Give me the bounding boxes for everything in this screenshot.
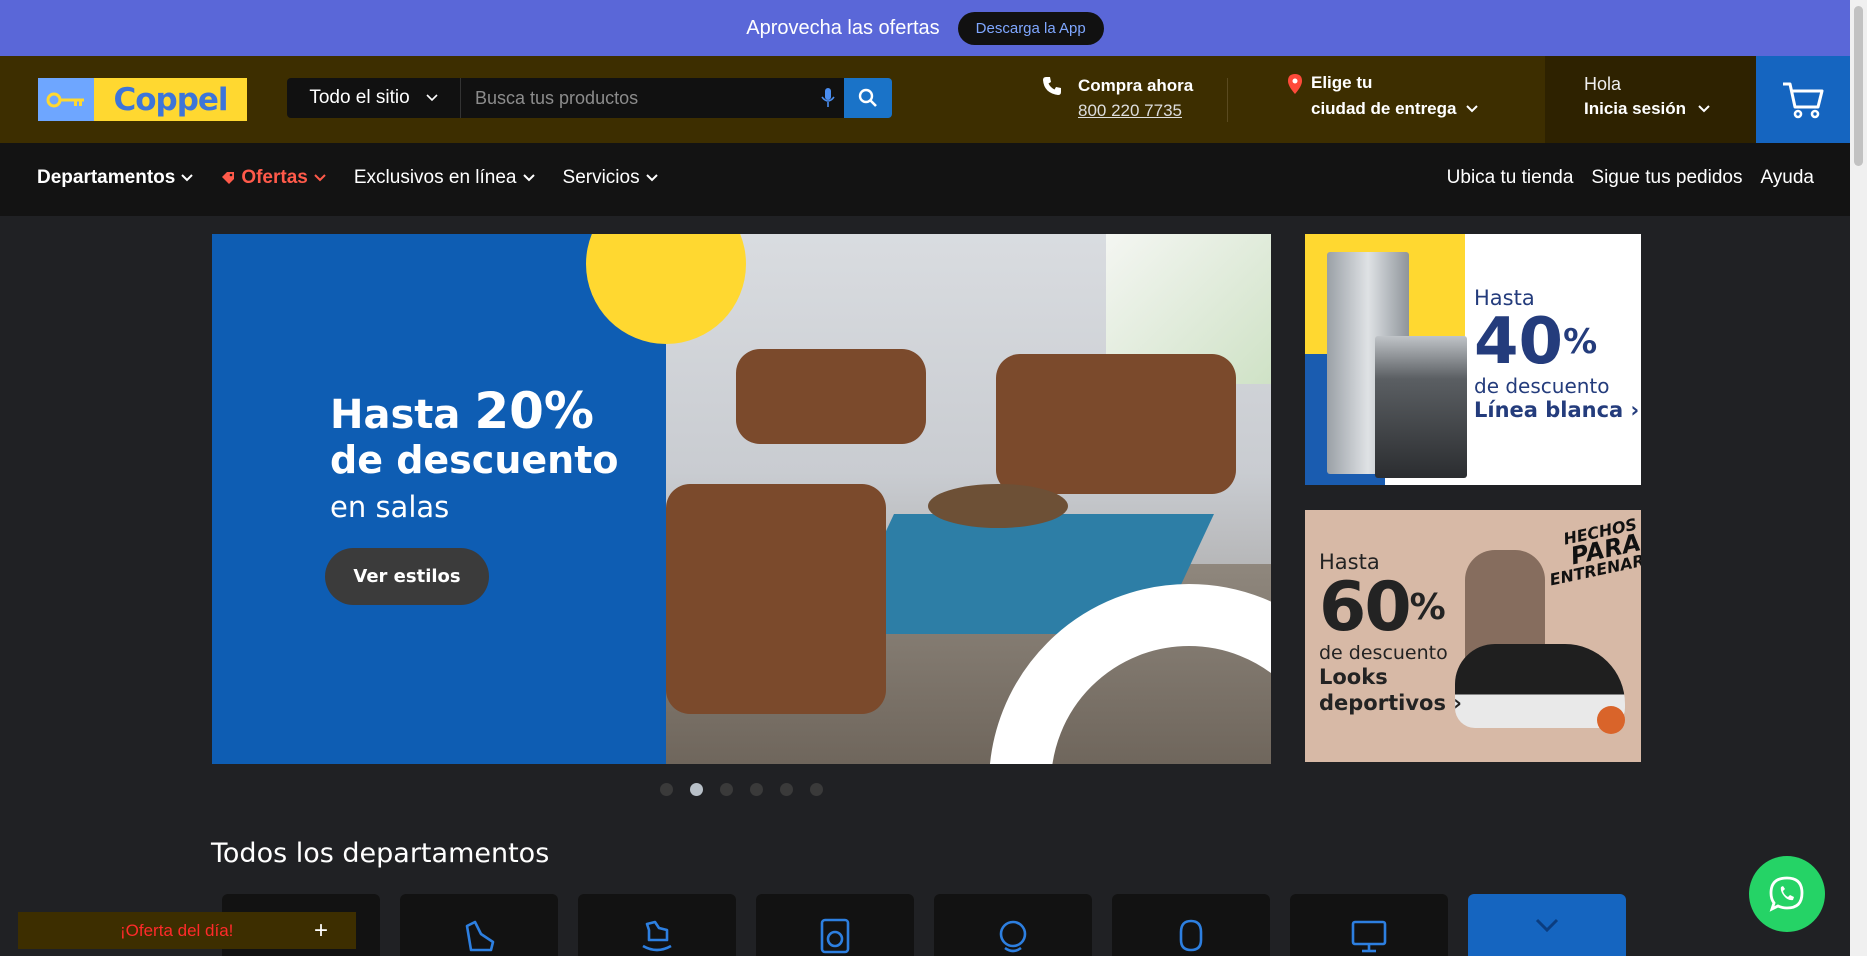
banner2-desc: de descuento <box>1319 642 1448 664</box>
hero-prefix: Hasta <box>330 392 461 438</box>
man-face-icon <box>1179 919 1203 952</box>
search-category-select[interactable]: Todo el sitio <box>287 78 461 118</box>
face-icon <box>999 920 1027 953</box>
header: Coppel Todo el sitio Compra ahora 800 22… <box>0 56 1850 143</box>
logo-text: Coppel <box>94 78 247 121</box>
nav-label: Exclusivos en línea <box>353 167 517 188</box>
hero-headline: Hasta 20% de descuento en salas <box>330 386 619 524</box>
promo-text: Aprovecha las ofertas <box>746 16 940 39</box>
department-card-toys[interactable] <box>578 894 736 956</box>
search-icon <box>858 88 877 107</box>
monitor-icon <box>1351 920 1387 953</box>
chevron-down-icon <box>645 174 658 182</box>
delivery-city-selector[interactable]: Elige tu ciudad de entrega <box>1287 73 1479 119</box>
microphone-icon[interactable] <box>812 78 844 118</box>
banner2-percent: 60 <box>1319 568 1412 647</box>
whatsapp-icon <box>1769 876 1804 912</box>
deal-label: ¡Oferta del día! <box>120 920 234 940</box>
carousel-dot[interactable] <box>810 783 823 796</box>
chevron-down-icon <box>181 174 194 182</box>
city-line2: ciudad de entrega <box>1311 99 1457 118</box>
expand-plus-icon[interactable]: + <box>314 917 328 945</box>
department-card-more[interactable] <box>1468 894 1626 956</box>
campaign-tag: HECHOS PARA ENTRENAR <box>1547 514 1641 590</box>
banner1-percent: 40 <box>1474 305 1564 379</box>
chevron-down-icon <box>1535 918 1559 932</box>
hero-percent: 20% <box>474 382 595 440</box>
banner2-link1: Looks <box>1319 665 1388 689</box>
search-bar: Todo el sitio <box>287 78 892 118</box>
washing-machine-icon <box>820 918 850 954</box>
chevron-down-icon <box>522 174 535 182</box>
city-line1: Elige tu <box>1311 73 1373 92</box>
nav-label: Departamentos <box>37 167 176 188</box>
carousel-dot[interactable] <box>780 783 793 796</box>
nav-departamentos[interactable]: Departamentos <box>37 167 194 189</box>
search-button[interactable] <box>844 78 892 118</box>
search-input[interactable] <box>461 78 812 118</box>
phone-contact: Compra ahora 800 220 7735 <box>1042 76 1193 121</box>
coppel-logo[interactable]: Coppel <box>38 78 247 121</box>
cart-button[interactable] <box>1756 56 1850 143</box>
phone-number-link[interactable]: 800 220 7735 <box>1078 101 1193 121</box>
sneaker-icon <box>465 920 495 952</box>
cart-icon <box>1783 82 1824 118</box>
page-scrollbar[interactable] <box>1850 0 1867 956</box>
tag-icon <box>222 172 235 184</box>
hero-banner[interactable]: Hasta 20% de descuento en salas Ver esti… <box>212 234 1271 764</box>
track-orders-link[interactable]: Sigue tus pedidos <box>1591 167 1742 189</box>
download-app-button[interactable]: Descarga la App <box>957 11 1104 45</box>
departments-heading: Todos los departamentos <box>211 838 550 869</box>
help-link[interactable]: Ayuda <box>1760 167 1814 189</box>
view-styles-button[interactable]: Ver estilos <box>325 548 489 605</box>
banner1-desc: de descuento <box>1474 374 1610 398</box>
department-card-electronics[interactable] <box>1290 894 1448 956</box>
deal-of-the-day-bar[interactable]: ¡Oferta del día! + <box>18 912 356 949</box>
banner2-link2: deportivos › <box>1319 691 1462 715</box>
whatsapp-button[interactable] <box>1749 856 1825 932</box>
location-pin-icon <box>1288 74 1302 94</box>
nav-servicios[interactable]: Servicios <box>563 167 658 189</box>
chevron-down-icon <box>314 174 326 182</box>
nav-exclusivos[interactable]: Exclusivos en línea <box>354 167 535 189</box>
promo-bar: Aprovecha las ofertas Descarga la App <box>0 0 1850 56</box>
rocking-horse-icon <box>642 920 672 952</box>
chevron-down-icon <box>1466 105 1479 113</box>
carousel-dots <box>660 783 823 796</box>
login-link[interactable]: Inicia sesión <box>1584 99 1686 119</box>
search-category-label: Todo el sitio <box>309 87 410 108</box>
carousel-dot[interactable] <box>720 783 733 796</box>
chevron-down-icon <box>1698 105 1710 113</box>
main-nav: Departamentos Ofertas Exclusivos en líne… <box>0 143 1850 216</box>
nav-label: Servicios <box>562 167 640 188</box>
chevron-down-icon <box>426 94 438 102</box>
carousel-dot[interactable] <box>750 783 763 796</box>
department-card-appliances[interactable] <box>756 894 914 956</box>
key-icon <box>38 78 94 121</box>
department-card-men[interactable] <box>1112 894 1270 956</box>
account-menu[interactable]: Hola Inicia sesión <box>1545 56 1756 143</box>
phone-label: Compra ahora <box>1078 76 1194 95</box>
hero-line3: en salas <box>330 490 450 524</box>
stove-image <box>1375 336 1467 478</box>
nav-label: Ofertas <box>241 167 308 188</box>
hero-line2: de descuento <box>330 438 619 482</box>
ball-image <box>1597 706 1625 734</box>
store-locator-link[interactable]: Ubica tu tienda <box>1447 167 1574 189</box>
scrollbar-thumb[interactable] <box>1854 6 1863 166</box>
departments-row <box>222 894 1626 956</box>
appliances-promo-banner[interactable]: Hasta 40% de descuento Línea blanca › <box>1305 234 1641 485</box>
department-card-beauty[interactable] <box>934 894 1092 956</box>
divider <box>1227 78 1228 122</box>
phone-icon <box>1043 77 1061 95</box>
department-card-shoes[interactable] <box>400 894 558 956</box>
nav-ofertas[interactable]: Ofertas <box>221 167 326 189</box>
carousel-dot[interactable] <box>660 783 673 796</box>
carousel-dot-active[interactable] <box>690 783 703 796</box>
account-greeting: Hola <box>1584 74 1622 94</box>
banner1-percent-sign: % <box>1563 322 1598 362</box>
banner2-percent-sign: % <box>1409 587 1446 628</box>
banner1-link: Línea blanca › <box>1474 398 1640 422</box>
sports-promo-banner[interactable]: HECHOS PARA ENTRENAR Hasta 60% de descue… <box>1305 510 1641 762</box>
